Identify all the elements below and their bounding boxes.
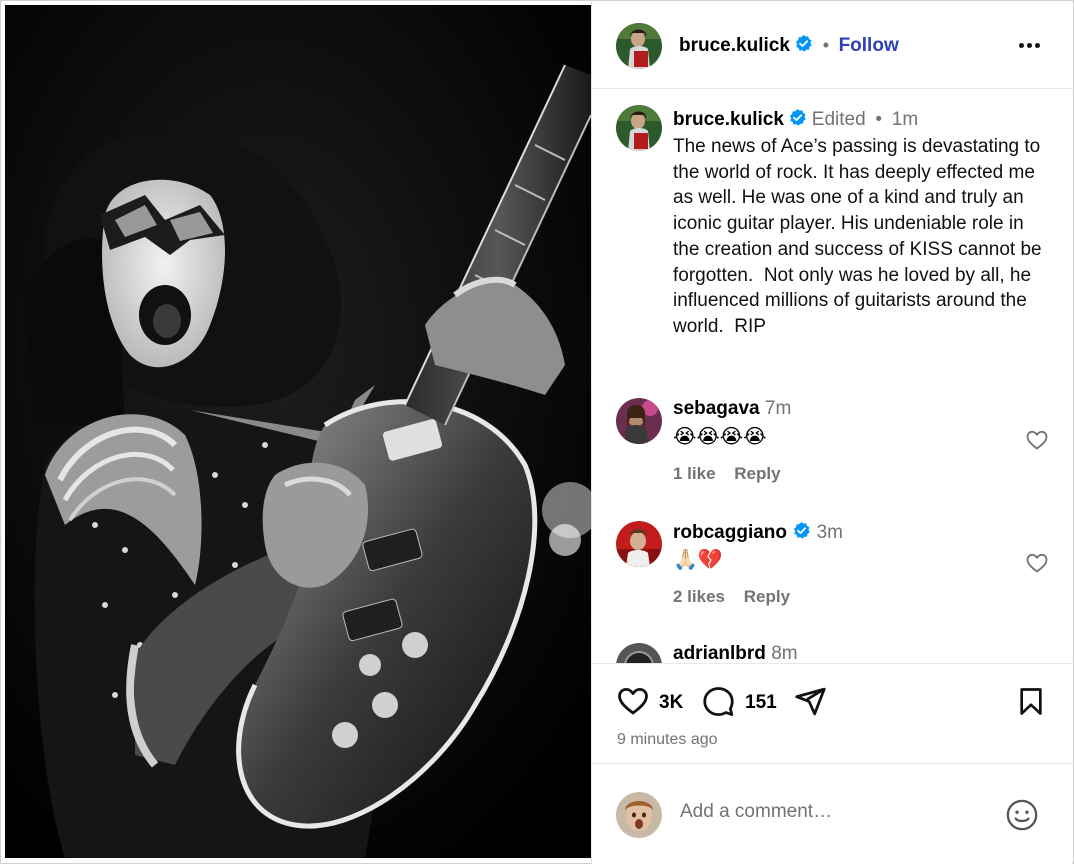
comment-count[interactable]: 151 [745,692,777,714]
reply-button[interactable]: Reply [734,464,780,483]
author-avatar-image [616,23,662,69]
commenter-name[interactable]: adrianlbrd [673,643,766,663]
commenter-avatar-image [616,398,662,444]
comments-scroll-area[interactable]: bruce.kulick Edited • 1m The news of Ace… [592,90,1073,663]
add-comment-bar [592,763,1073,864]
commenter-avatar[interactable] [616,643,662,663]
more-options-icon[interactable] [1019,35,1045,55]
comment-actions: 1 like Reply [673,464,795,484]
comment-time[interactable]: 7m [765,398,791,419]
comment-likes[interactable]: 2 likes [673,587,725,606]
comment-username: robcaggiano 3m [673,521,843,544]
caption-username[interactable]: bruce.kulick [673,109,784,130]
comment-text: 🙏🏻💔 [673,549,723,571]
comment-username: sebagava 7m [673,398,791,420]
reply-button[interactable]: Reply [744,587,790,606]
post-dialog: bruce.kulick • Follow bruce.kulick Edite… [0,0,1074,864]
commenter-name[interactable]: robcaggiano [673,522,787,543]
follow-button[interactable]: Follow [839,35,899,56]
comment-text: 😭😭😭😭 [673,426,767,448]
edited-label: Edited [811,109,866,130]
comment-time[interactable]: 8m [771,643,797,663]
comment-actions: 2 likes Reply [673,587,804,607]
comment-username: adrianlbrd 8m [673,643,798,663]
like-count[interactable]: 3K [659,692,683,714]
verified-badge-icon [794,521,810,539]
comment-bubble-icon[interactable] [702,685,735,718]
commenter-avatar-image [616,521,662,567]
bookmark-icon[interactable] [1015,685,1047,718]
comment-likes[interactable]: 1 like [673,464,716,483]
comment-time[interactable]: 3m [817,522,843,543]
post-photo[interactable] [5,5,591,858]
paper-plane-icon[interactable] [794,685,827,718]
add-comment-input[interactable] [680,801,980,823]
commenter-avatar[interactable] [616,521,662,567]
commenter-avatar-image [616,643,662,663]
caption-header: bruce.kulick Edited • 1m [673,108,918,131]
commenter-avatar[interactable] [616,398,662,444]
verified-badge-icon [796,34,813,52]
header-author-line: bruce.kulick • Follow [679,34,899,57]
author-avatar[interactable] [616,23,662,69]
post-header: bruce.kulick • Follow [592,1,1073,89]
caption-age[interactable]: 1m [892,109,918,130]
post-side-panel: bruce.kulick • Follow bruce.kulick Edite… [591,1,1073,864]
smiley-icon[interactable] [1005,798,1039,832]
caption-text: The news of Ace’s passing is devastating… [673,136,1047,337]
separator-dot: • [817,35,835,55]
heart-icon[interactable] [616,684,650,718]
post-time-ago[interactable]: 9 minutes ago [617,731,718,749]
current-user-avatar-image [616,792,662,838]
comment-like-heart-icon[interactable] [1025,428,1049,452]
commenter-name[interactable]: sebagava [673,398,760,419]
caption-avatar-image [616,105,662,151]
post-actions-bar: 3K 151 9 minutes ago [592,663,1073,763]
header-username[interactable]: bruce.kulick [679,35,790,56]
comment-like-heart-icon[interactable] [1025,551,1049,575]
verified-badge-icon [790,108,807,126]
post-photo-graphic [5,5,591,858]
separator-dot: • [870,109,888,130]
caption-author-avatar[interactable] [616,105,662,151]
current-user-avatar [616,792,662,838]
